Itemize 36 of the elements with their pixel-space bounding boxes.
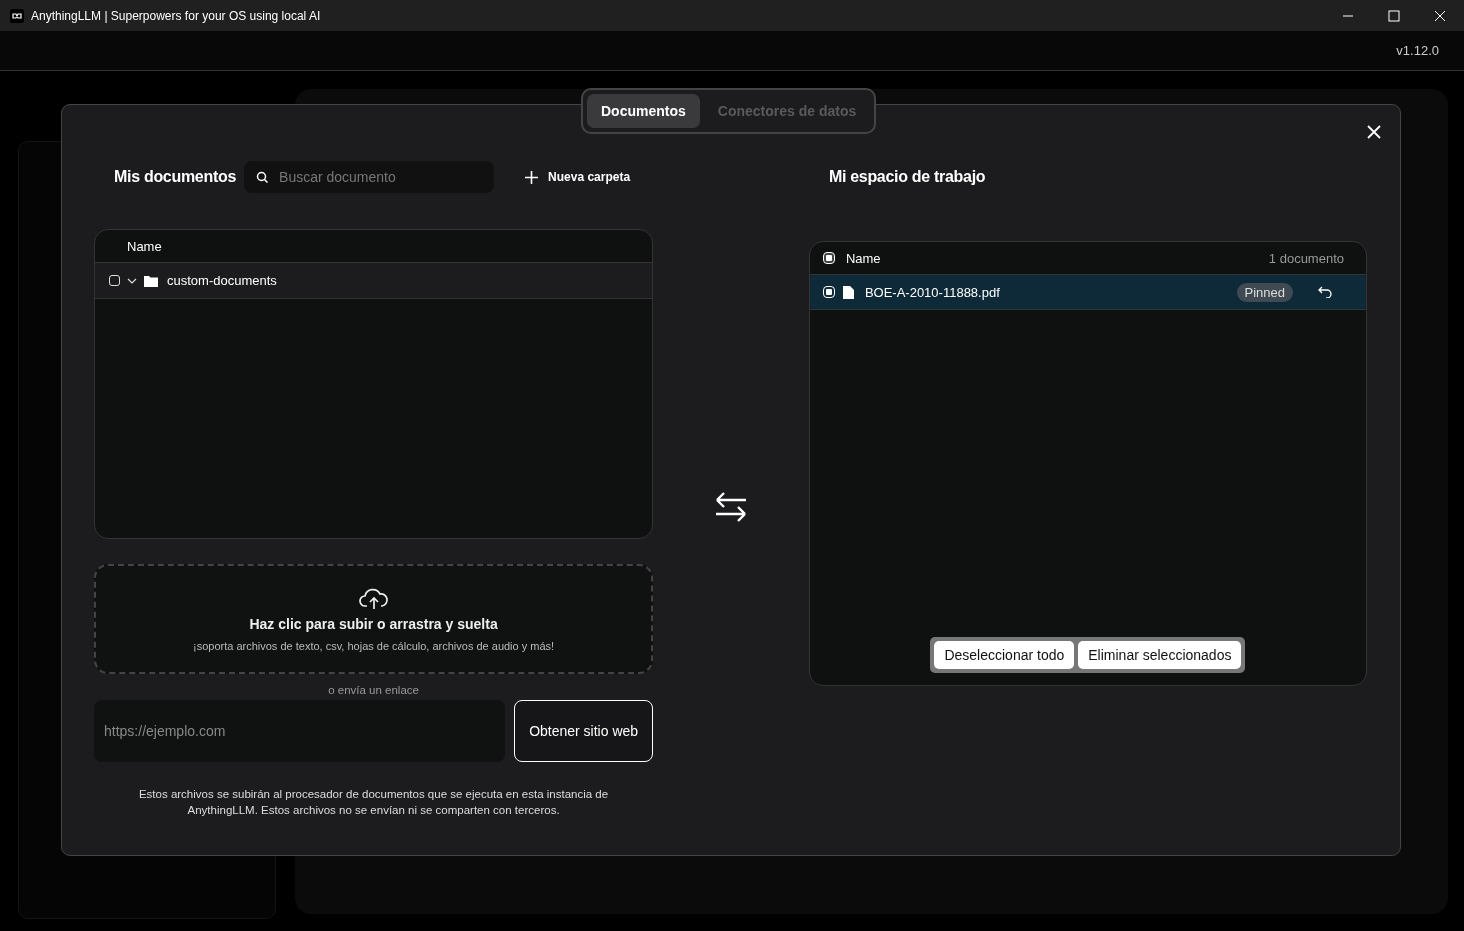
plus-icon [524, 169, 540, 185]
upload-title: Haz clic para subir o arrastra y suelta [249, 616, 498, 632]
document-row[interactable]: BOE-A-2010-11888.pdf Pinned [809, 275, 1366, 310]
undo-icon[interactable] [1318, 286, 1332, 298]
action-button[interactable]: Deseleccionar todo [934, 641, 1075, 669]
file-icon [842, 285, 854, 299]
app-logo-icon [10, 8, 24, 23]
fetch-website-button[interactable]: Obtener sitio web [514, 700, 654, 762]
swap-arrows-icon[interactable] [714, 491, 748, 523]
folder-name: custom-documents [167, 273, 277, 288]
column-header: Name [126, 238, 162, 254]
column-header: Name [845, 250, 881, 266]
upload-dropzone[interactable]: Haz clic para subir o arrastra y suelta ¡soporta archivos de texto, csv, hojas de cálculo, archivos de audio y más! [94, 564, 654, 674]
close-icon[interactable] [1366, 124, 1382, 140]
privacy-note: Estos archivos se subirán al procesador de documentos que se ejecuta en esta instancia de AnythingLLM. Estos archivos no se envían ni se comparten con terceros. [137, 787, 610, 818]
section-title: Mis documentos [114, 168, 237, 186]
document-count: 1 documento [1268, 250, 1344, 266]
folder-icon [144, 274, 158, 287]
cloud-upload-icon [357, 586, 390, 610]
version-label: v1.12.0 [1396, 43, 1439, 58]
link-label: o envía un enlace [327, 684, 420, 696]
upload-hint: ¡soporta archivos de texto, csv, hojas de cálculo, archivos de audio y más! [193, 640, 555, 652]
maximize-icon[interactable] [1388, 9, 1400, 22]
folder-row[interactable]: custom-documents [95, 263, 653, 299]
close-icon[interactable] [1434, 9, 1446, 22]
url-field[interactable]: https://ejemplo.com [94, 700, 506, 762]
section-title: Mi espacio de trabajo [828, 168, 986, 186]
checkbox[interactable] [823, 287, 834, 297]
checkbox[interactable] [823, 253, 834, 263]
search-field[interactable]: Buscar documento [244, 161, 495, 193]
action-button[interactable]: Eliminar seleccionados [1078, 641, 1242, 669]
file-name: BOE-A-2010-11888.pdf [864, 284, 1000, 300]
window-title: AnythingLLM | Superpowers for your OS using local AI [31, 8, 321, 23]
tab[interactable]: Documentos [587, 94, 700, 128]
new-folder-button[interactable]: Nueva carpeta [518, 168, 637, 186]
pinned-badge: Pinned [1236, 282, 1293, 302]
